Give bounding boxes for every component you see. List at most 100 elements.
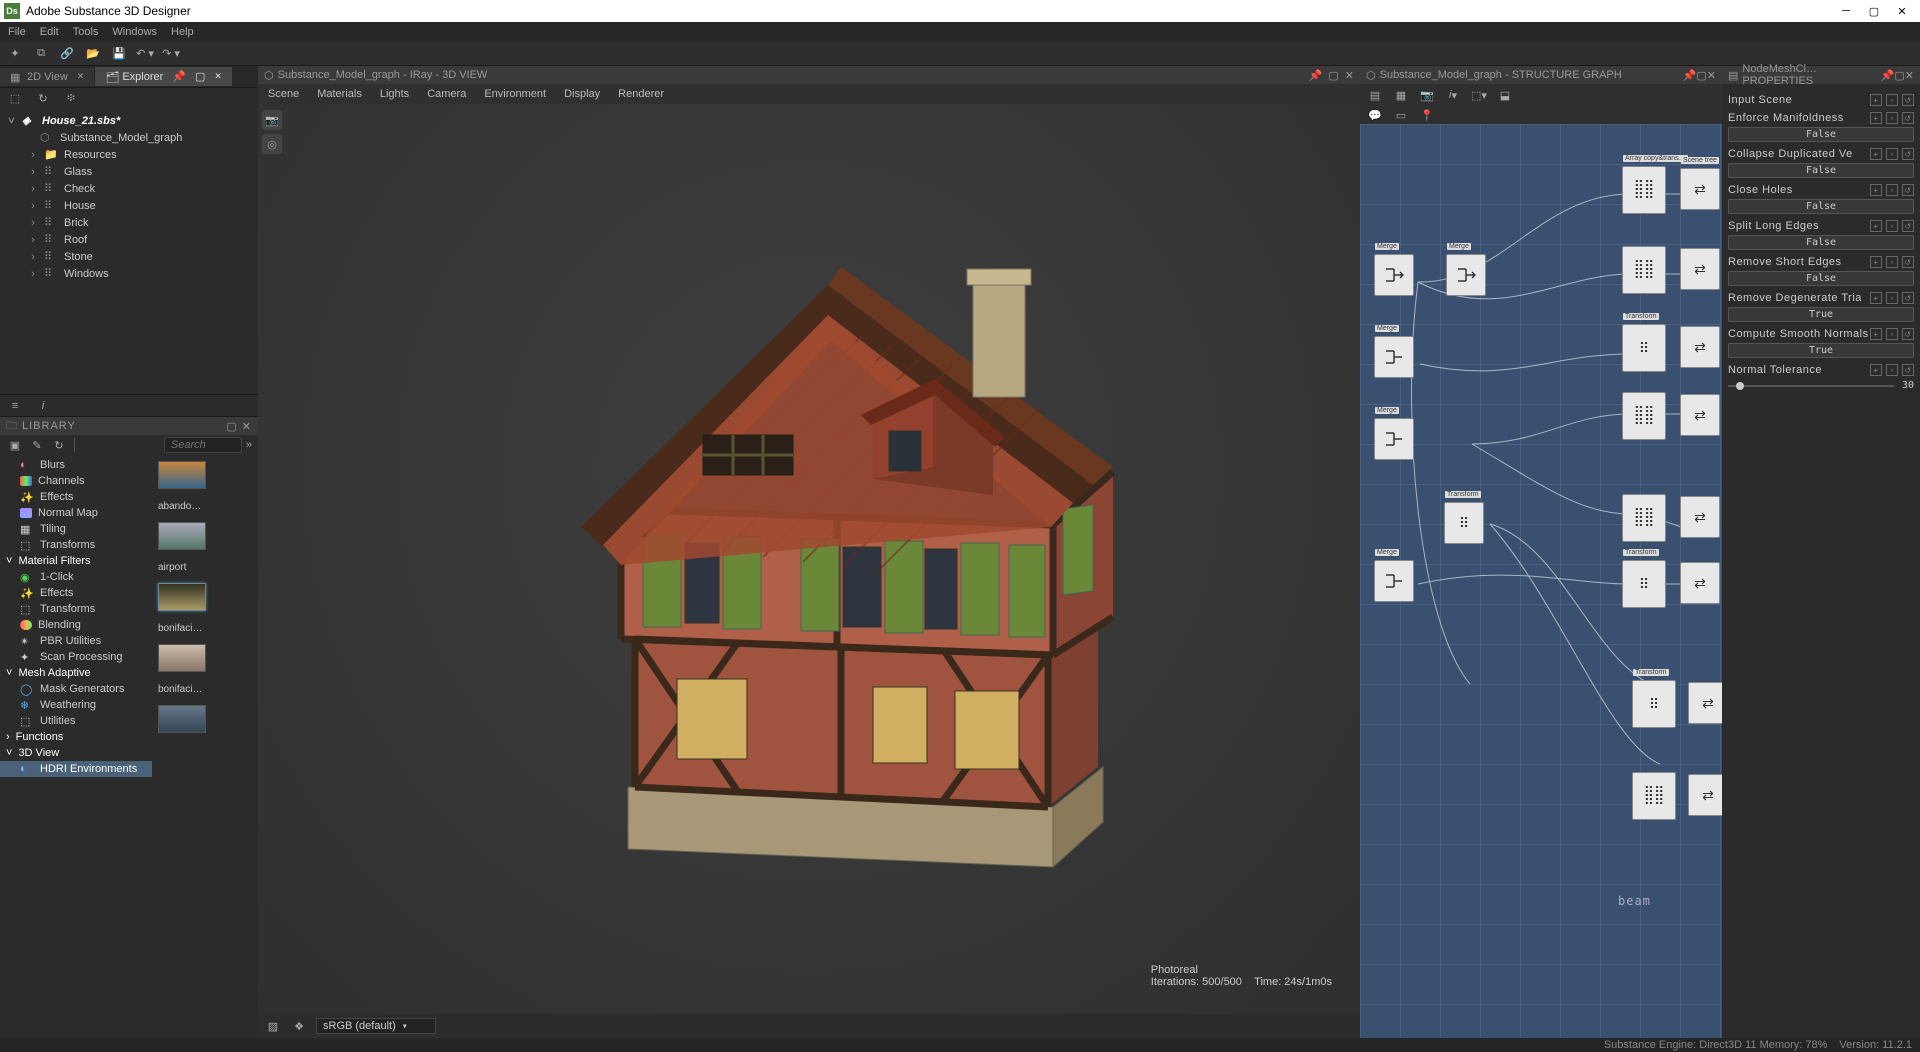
open-icon[interactable]: 📂 <box>84 45 102 63</box>
new-icon[interactable]: ✦ <box>6 45 24 63</box>
prop-value[interactable]: False <box>1728 271 1914 286</box>
tree-item-resources[interactable]: ›📁Resources <box>0 146 258 163</box>
frame-icon[interactable]: ▭ <box>1392 106 1410 124</box>
lib-cat-pbr[interactable]: ✴PBR Utilities <box>0 633 152 649</box>
graph-node-transform[interactable]: Transform⠿ <box>1622 324 1666 372</box>
menu-windows[interactable]: Windows <box>112 26 157 38</box>
graph-node-scene[interactable]: ⇄ <box>1680 394 1720 436</box>
menu-tools[interactable]: Tools <box>73 26 99 38</box>
graph-node-merge[interactable]: Merge <box>1446 254 1486 296</box>
pin-icon[interactable]: 📌 <box>1881 69 1895 82</box>
panel-close-icon[interactable]: ✕ <box>242 420 252 433</box>
graph-node-scene[interactable]: ⇄ <box>1688 774 1722 816</box>
panel-close-icon[interactable]: ✕ <box>1345 69 1354 82</box>
vpmenu-renderer[interactable]: Renderer <box>618 88 664 100</box>
graph-node-merge[interactable]: Merge <box>1374 336 1414 378</box>
filter-icon[interactable]: ▣ <box>6 436 24 454</box>
graph-node-transform[interactable]: Transform⠿ <box>1444 502 1484 544</box>
panel-close-icon[interactable]: ✕ <box>1707 69 1716 82</box>
lib-cat-scan[interactable]: ✦Scan Processing <box>0 649 152 665</box>
graph-node-array[interactable]: ⠿⠿⠿⠿ <box>1622 392 1666 440</box>
graph-node-merge[interactable]: Merge <box>1374 254 1414 296</box>
minimize-button[interactable]: ─ <box>1832 0 1860 22</box>
vpmenu-scene[interactable]: Scene <box>268 88 299 100</box>
align-icon[interactable]: ⬓ <box>1496 86 1514 104</box>
prop-value[interactable]: True <box>1728 307 1914 322</box>
chat-icon[interactable]: 💬 <box>1366 106 1384 124</box>
new-sub-icon[interactable]: ⧉ <box>32 45 50 63</box>
pin2-icon[interactable]: 📍 <box>1418 106 1436 124</box>
colorspace-select[interactable]: sRGB (default) ▾ <box>316 1018 436 1034</box>
info-icon[interactable]: i <box>34 397 52 415</box>
graph-node-array[interactable]: ⠿⠿⠿⠿ <box>1622 494 1666 542</box>
camera-icon[interactable]: 📷 <box>262 110 282 130</box>
graph-node-merge[interactable]: Merge <box>1374 560 1414 602</box>
thumb-item[interactable]: bonifaci… <box>158 583 210 634</box>
undo-icon[interactable]: ↶ ▾ <box>136 45 154 63</box>
lib-cat-blending[interactable]: Blending <box>0 617 152 633</box>
lib-head-3dview[interactable]: ˅3D View <box>0 745 152 761</box>
panel-max-icon[interactable]: ▢ <box>1696 69 1706 82</box>
node-icon[interactable]: ⬚▾ <box>1470 86 1488 104</box>
target-icon[interactable]: ◎ <box>262 134 282 154</box>
pin-icon[interactable]: 📌 <box>1683 69 1697 82</box>
lib-cat-transforms[interactable]: ⬚Transforms <box>0 537 152 553</box>
prop-value[interactable]: False <box>1728 127 1914 142</box>
tree-item-windows[interactable]: ›⠿Windows <box>0 265 258 282</box>
graph-node-transform[interactable]: Transform⠿ <box>1632 680 1676 728</box>
tree-item-glass[interactable]: ›⠿Glass <box>0 163 258 180</box>
lib-head-func[interactable]: ›Functions <box>0 729 152 745</box>
prop-value[interactable]: False <box>1728 199 1914 214</box>
vpmenu-materials[interactable]: Materials <box>317 88 362 100</box>
camera-icon[interactable]: 📷 <box>1418 86 1436 104</box>
vpmenu-display[interactable]: Display <box>564 88 600 100</box>
graph-node-array[interactable]: ⠿⠿⠿⠿ <box>1622 246 1666 294</box>
prop-value[interactable]: False <box>1728 163 1914 178</box>
lib-cat-maskgen[interactable]: ◯Mask Generators <box>0 681 152 697</box>
panel-max-icon[interactable]: ▢ <box>1894 69 1904 82</box>
tolerance-slider[interactable]: 30 <box>1728 380 1914 392</box>
maximize-button[interactable]: ▢ <box>1860 0 1888 22</box>
viewport-canvas[interactable]: 📷 ◎ <box>258 104 1360 1014</box>
lib-cat-blurs[interactable]: ◐Blurs <box>0 457 152 473</box>
graph-node-scene[interactable]: ⇄ <box>1680 562 1720 604</box>
tree-item-house[interactable]: ›⠿House <box>0 197 258 214</box>
thumb-item[interactable]: airport <box>158 522 210 573</box>
thumb-item[interactable]: bonifaci… <box>158 644 210 695</box>
link-icon[interactable]: 🔗 <box>58 45 76 63</box>
panel-max-icon[interactable]: ▢ <box>226 420 237 433</box>
tab-explorer[interactable]: 🗂 Explorer 📌 ▢ ✕ <box>95 67 232 86</box>
layers-icon[interactable]: ❖ <box>290 1017 308 1035</box>
explorer-refresh-icon[interactable]: ↻ <box>34 89 52 107</box>
reset-icon[interactable]: ↺ <box>1902 94 1914 106</box>
lib-cat-util[interactable]: ⬚Utilities <box>0 713 152 729</box>
vpmenu-lights[interactable]: Lights <box>380 88 409 100</box>
list-icon[interactable]: ≡ <box>6 397 24 415</box>
tree-root[interactable]: ˅◈ House_21.sbs* <box>0 112 258 129</box>
menu-help[interactable]: Help <box>171 26 194 38</box>
lib-cat-effects[interactable]: ✨Effects <box>0 489 152 505</box>
pin-icon[interactable]: 📌 <box>1309 69 1323 82</box>
menu-edit[interactable]: Edit <box>40 26 59 38</box>
brush-icon[interactable]: ✎ <box>28 436 46 454</box>
thumb-item[interactable] <box>158 705 210 733</box>
prop-value[interactable]: True <box>1728 343 1914 358</box>
refresh-icon[interactable]: ↻ <box>50 436 68 454</box>
graph-node-scene[interactable]: Scene tree⇄ <box>1680 168 1720 210</box>
graph-node-array[interactable]: ⠿⠿⠿⠿ <box>1632 772 1676 820</box>
menu-file[interactable]: File <box>8 26 26 38</box>
thumb-item[interactable]: abando… <box>158 461 210 512</box>
redo-icon[interactable]: ↷ ▾ <box>162 45 180 63</box>
graph-node-scene[interactable]: ⇄ <box>1688 682 1722 724</box>
explorer-hier-icon[interactable]: ፨ <box>62 89 80 107</box>
explorer-tool-icon[interactable]: ⬚ <box>6 89 24 107</box>
graph-canvas[interactable]: Merge Merge Merge Merge Transform⠿ Merge… <box>1360 124 1722 1038</box>
grid-icon[interactable]: ▦ <box>1392 86 1410 104</box>
graph-node-scene[interactable]: ⇄ <box>1680 496 1720 538</box>
lib-head-matfilt[interactable]: ˅Material Filters <box>0 553 152 569</box>
tree-item-modelgraph[interactable]: ⬡Substance_Model_graph <box>0 129 258 146</box>
lib-cat-1click[interactable]: ◉1-Click <box>0 569 152 585</box>
stack-icon[interactable]: ▤ <box>1366 86 1384 104</box>
lib-cat-transforms2[interactable]: ⬚Transforms <box>0 601 152 617</box>
graph-node-transform[interactable]: Transform⠿ <box>1622 560 1666 608</box>
